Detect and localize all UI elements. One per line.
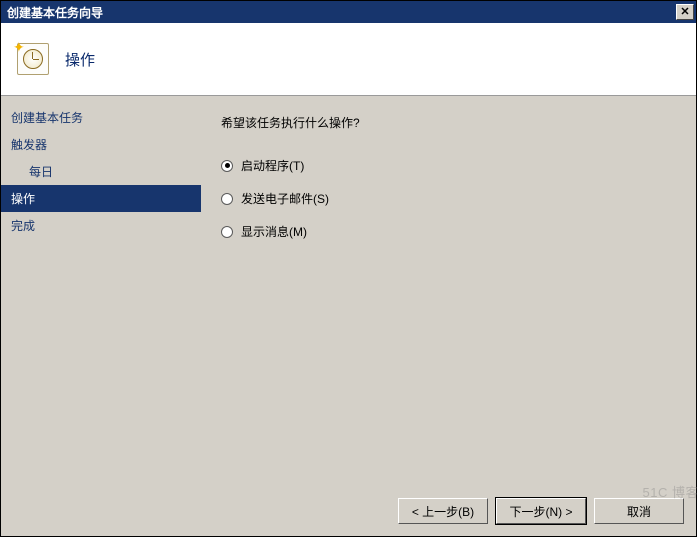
sidebar-item-finish[interactable]: 完成 <box>1 212 201 239</box>
wizard-window: 创建基本任务向导 ✕ ✦ 操作 创建基本任务 触发器 每日 操作 <box>0 0 697 537</box>
sidebar-item-create-basic-task[interactable]: 创建基本任务 <box>1 104 201 131</box>
back-button[interactable]: < 上一步(B) <box>398 498 488 524</box>
close-icon: ✕ <box>680 7 689 18</box>
next-button[interactable]: 下一步(N) > <box>496 498 586 524</box>
wizard-steps-sidebar: 创建基本任务 触发器 每日 操作 完成 <box>1 96 201 486</box>
sidebar-item-label: 完成 <box>11 219 35 233</box>
radio-start-program[interactable]: 启动程序(T) <box>221 157 676 174</box>
sidebar-item-label: 每日 <box>29 165 53 179</box>
page-title: 操作 <box>65 49 95 70</box>
radio-icon <box>221 160 233 172</box>
sidebar-item-label: 触发器 <box>11 138 47 152</box>
sidebar-item-label: 创建基本任务 <box>11 111 83 125</box>
window-title: 创建基本任务向导 <box>7 4 103 21</box>
radio-icon <box>221 226 233 238</box>
sidebar-item-daily[interactable]: 每日 <box>1 158 201 185</box>
sidebar-item-action[interactable]: 操作 <box>1 185 201 212</box>
wizard-header: ✦ 操作 <box>1 23 696 96</box>
radio-display-message[interactable]: 显示消息(M) <box>221 223 676 240</box>
radio-icon <box>221 193 233 205</box>
wizard-footer: < 上一步(B) 下一步(N) > 取消 <box>1 486 696 536</box>
close-button[interactable]: ✕ <box>676 4 694 20</box>
action-question: 希望该任务执行什么操作? <box>221 114 676 131</box>
radio-send-email[interactable]: 发送电子邮件(S) <box>221 190 676 207</box>
scheduler-icon: ✦ <box>15 41 51 77</box>
sidebar-item-trigger[interactable]: 触发器 <box>1 131 201 158</box>
radio-label: 启动程序(T) <box>241 157 304 174</box>
wizard-content: 希望该任务执行什么操作? 启动程序(T) 发送电子邮件(S) 显示消息(M) <box>201 96 696 486</box>
radio-label: 发送电子邮件(S) <box>241 190 329 207</box>
radio-label: 显示消息(M) <box>241 223 307 240</box>
cancel-button[interactable]: 取消 <box>594 498 684 524</box>
sidebar-item-label: 操作 <box>11 192 35 206</box>
wizard-body: 创建基本任务 触发器 每日 操作 完成 希望该任务执行什么操作? 启动程序(T) <box>1 96 696 486</box>
titlebar: 创建基本任务向导 ✕ <box>1 1 696 23</box>
